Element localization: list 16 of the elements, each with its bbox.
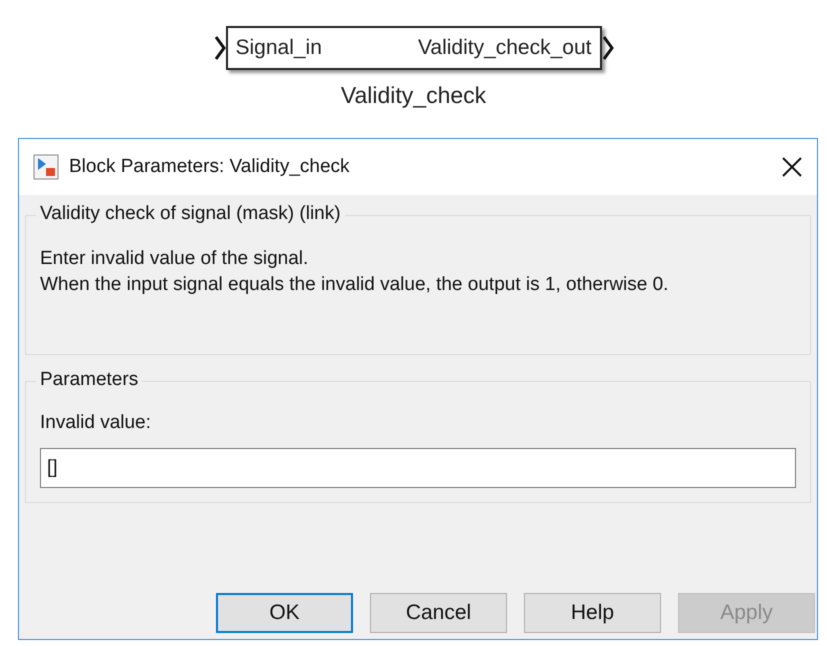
dialog-button[interactable]: OK [216,593,353,633]
port-label: Signal_in [236,36,322,60]
window-title: Block Parameters: Validity_check [69,156,351,178]
output-port-icon [602,35,614,61]
group-title: Validity check of signal (mask) (link) [36,203,345,225]
description-text: Enter invalid value of the signal. [40,247,310,271]
close-icon[interactable] [781,156,803,178]
dialog-button[interactable]: Cancel [370,593,507,633]
block-name: Validity_check [340,82,486,109]
input-port-icon [214,35,226,61]
description-text: When the input signal equals the invalid value, the output is 1, otherwise 0. [40,273,670,297]
invalid-value-field[interactable]: [] [40,448,796,488]
field-label: Invalid value: [40,412,152,434]
dialog-button[interactable]: Help [524,593,661,633]
block-icon [33,154,59,180]
port-label: Validity_check_out [418,36,592,60]
